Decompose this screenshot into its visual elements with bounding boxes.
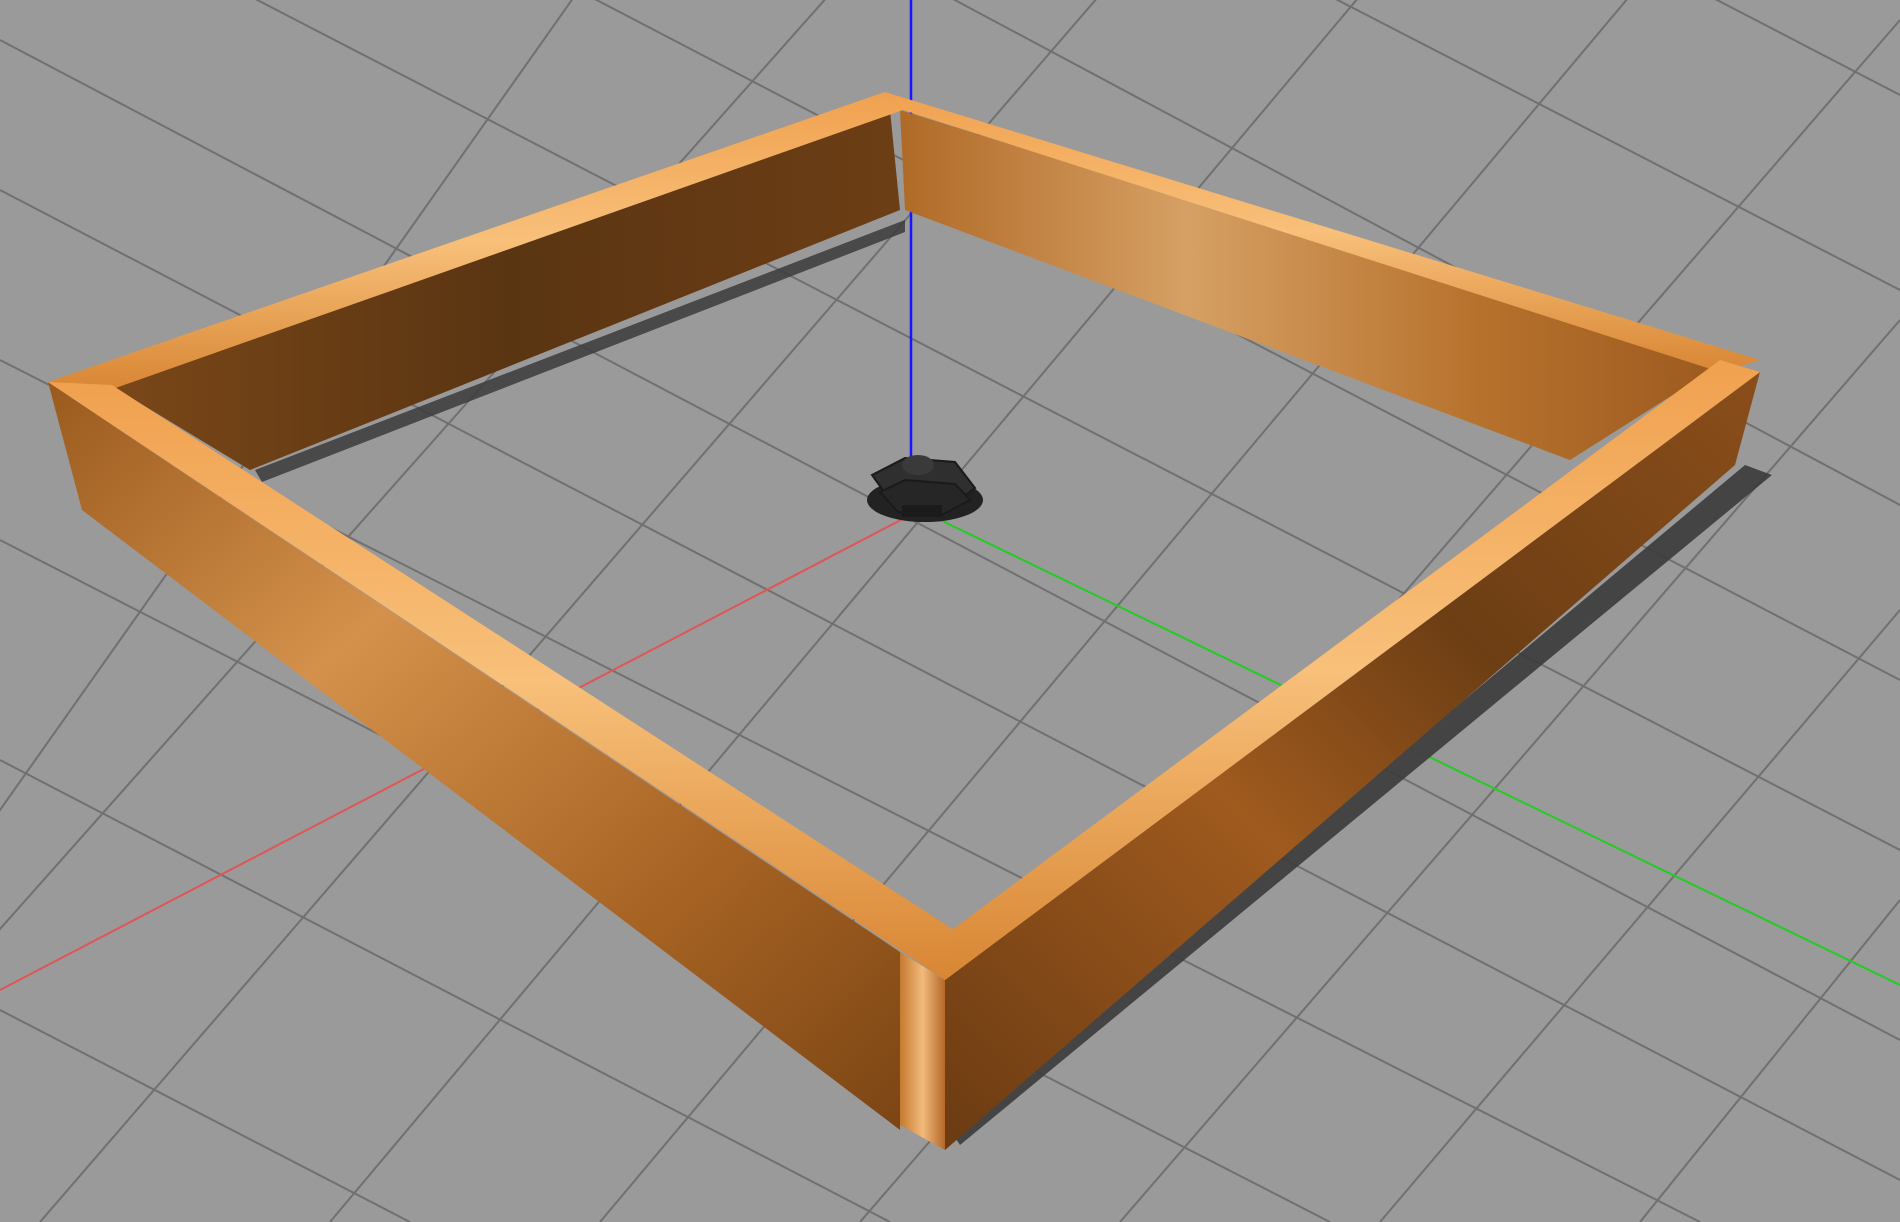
3d-scene[interactable] (0, 0, 1900, 1222)
simulation-viewport[interactable] (0, 0, 1900, 1222)
wall-front-corner (900, 952, 945, 1150)
